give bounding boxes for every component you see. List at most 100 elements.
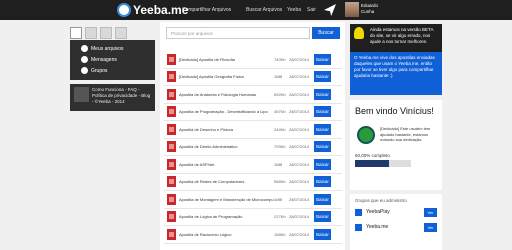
group-icon [355, 223, 362, 231]
file-title[interactable]: [Dedicado] Apostila de Filosofia [179, 57, 274, 62]
download-button[interactable]: Baixar [314, 193, 331, 205]
file-title[interactable]: Apostila de Redes de Computadores [179, 179, 274, 184]
download-button[interactable]: Baixar [314, 106, 331, 118]
progress-fill [355, 160, 389, 167]
pdf-icon [167, 176, 176, 188]
group-view-button[interactable]: Ver [424, 222, 437, 232]
docs-tool-icon[interactable] [85, 27, 97, 39]
file-size: 158Kb [274, 231, 286, 237]
file-size: 566Kb [274, 179, 286, 185]
file-row: [Dedicado] Apostila Geografia Física 1MB 2… [164, 69, 342, 86]
info-text: O Yeeba.me vive dos apostilas enviadas d… [354, 55, 435, 78]
file-row: Apostila de Lógica de Programação 227Kb 28… [164, 209, 342, 226]
badge-icon [357, 126, 375, 144]
beta-text: Ainda estamos na versão BETA do site, se… [370, 27, 434, 44]
search-button[interactable]: Buscar [312, 27, 340, 39]
file-date: 28/07/2014 [289, 214, 310, 220]
top-navigation-bar: Yeeba.me Compartilhar Arquivos Buscar Ar… [0, 0, 512, 20]
file-row: Apostila de Montagem e Manutenção de Mic… [164, 191, 342, 209]
site-logo[interactable]: Yeeba.me [117, 2, 188, 18]
download-button[interactable]: Baixar [314, 158, 331, 170]
welcome-title: Bem vindo Vinícius! [355, 106, 434, 116]
file-size: 1MB [274, 196, 283, 202]
file-title[interactable]: [Dedicado] Apostila Geografia Física [179, 74, 274, 79]
file-size: 740Kb [274, 56, 286, 62]
user-name[interactable]: Eduardo Cunha [361, 3, 383, 15]
file-size: 1MB [274, 74, 283, 80]
group-icon [81, 67, 88, 74]
file-size: 793Kb [274, 144, 286, 150]
file-title[interactable]: Apostila de Anatomia e Fisiologia Humana… [179, 92, 274, 97]
mail-icon [81, 56, 88, 63]
file-row: Apostila de Anatomia e Fisiologia Humana… [164, 86, 342, 104]
download-button[interactable]: Baixar [314, 228, 331, 240]
pdf-icon [167, 141, 176, 153]
download-button[interactable]: Baixar [314, 71, 331, 83]
progress-bar [355, 160, 411, 167]
left-nav: Meus arquivos Mensagens Grupos [70, 40, 155, 80]
file-list-panel: Procure por arquivos Buscar [Dedicado] A… [160, 22, 345, 250]
file-title[interactable]: Apostila de Raciocínio Lógico [179, 232, 274, 237]
nav-yeeba[interactable]: Yeeba [287, 0, 301, 20]
nav-label: Meus arquivos [91, 45, 124, 52]
nav-label: Mensagens [91, 56, 117, 63]
file-date: 28/07/2014 [289, 56, 310, 62]
welcome-text: [Dedicado] Este usuário tem ajudado bast… [380, 126, 431, 142]
file-row: Apostila de Programação - Desmistificand… [164, 104, 342, 121]
download-button[interactable]: Baixar [314, 176, 331, 188]
download-button[interactable]: Baixar [314, 141, 331, 153]
nav-sair[interactable]: Sair [307, 0, 316, 20]
group-view-button[interactable]: Ver [424, 207, 437, 217]
info-box: O Yeeba.me vive dos apostilas enviadas d… [350, 52, 442, 95]
download-button[interactable]: Baixar [314, 53, 331, 65]
file-size: 244Kb [274, 126, 286, 132]
gear-icon [74, 87, 89, 102]
progress-label: 60,00% completo [355, 153, 390, 158]
file-row: Apostila de Redes de Computadores 566Kb 28… [164, 174, 342, 191]
pdf-icon [167, 71, 176, 83]
pdf-icon [167, 228, 176, 240]
nav-buscar[interactable]: Buscar Arquivos [246, 0, 282, 20]
file-title[interactable]: Apostila de Programação - Desmistificand… [179, 109, 274, 114]
avatar[interactable] [345, 2, 359, 17]
pdf-icon [167, 193, 176, 205]
nav-compartilhar[interactable]: Compartilhar Arquivos [182, 0, 231, 20]
groups-panel: Grupos que eu administro YeebaPlay Ver Y… [350, 194, 442, 250]
file-row: Apostila de Direito Administrativo 793Kb 2… [164, 139, 342, 156]
files-tool-icon[interactable] [70, 27, 82, 39]
download-button[interactable]: Baixar [314, 88, 331, 100]
download-button[interactable]: Baixar [314, 211, 331, 223]
file-title[interactable]: Apostila de Direito Administrativo [179, 144, 274, 149]
pdf-icon [167, 211, 176, 223]
paper-plane-icon[interactable] [324, 4, 336, 16]
file-title[interactable]: Apostila de ASP.Net [179, 162, 274, 167]
download-button[interactable]: Baixar [314, 123, 331, 135]
file-title[interactable]: Apostila de Desenho e Pintura [179, 127, 274, 132]
file-size: 1MB [274, 161, 283, 167]
nav-grupos[interactable]: Grupos [70, 65, 155, 76]
list-tool-icon[interactable] [100, 27, 112, 39]
file-date: 28/07/2014 [289, 144, 310, 150]
file-row: Apostila de Raciocínio Lógico 158Kb 28/07/… [164, 226, 342, 244]
file-date: 28/07/2014 [289, 231, 310, 237]
file-date: 28/07/2014 [289, 161, 310, 167]
footer-links-text[interactable]: Como Funciona - FAQ - Política de privac… [92, 87, 151, 108]
group-row: Yeeba.me Ver [355, 221, 437, 233]
file-date: 28/07/2014 [289, 74, 310, 80]
file-date: 28/07/2014 [289, 179, 310, 185]
file-title[interactable]: Apostila de Lógica de Programação [179, 214, 274, 219]
lightbulb-icon [354, 27, 364, 39]
groups-title: Grupos que eu administro [355, 198, 407, 203]
nav-meus-arquivos[interactable]: Meus arquivos [70, 43, 155, 54]
file-row: Apostila de ASP.Net 1MB 28/07/2014 Baixar [164, 156, 342, 174]
settings-tool-icon[interactable] [115, 27, 127, 39]
welcome-card: Bem vindo Vinícius! [Dedicado] Este usuá… [350, 100, 442, 190]
search-input[interactable]: Procure por arquivos [166, 27, 310, 39]
nav-label: Grupos [91, 67, 108, 74]
nav-mensagens[interactable]: Mensagens [70, 54, 155, 65]
file-row: Apostila de Desenho e Pintura 244Kb 28/07/… [164, 121, 342, 139]
group-name: YeebaPlay [366, 209, 390, 215]
file-title[interactable]: Apostila de Montagem e Manutenção de Mic… [179, 197, 274, 202]
beta-notice: Ainda estamos na versão BETA do site, se… [350, 24, 442, 52]
logo-icon [117, 3, 131, 17]
